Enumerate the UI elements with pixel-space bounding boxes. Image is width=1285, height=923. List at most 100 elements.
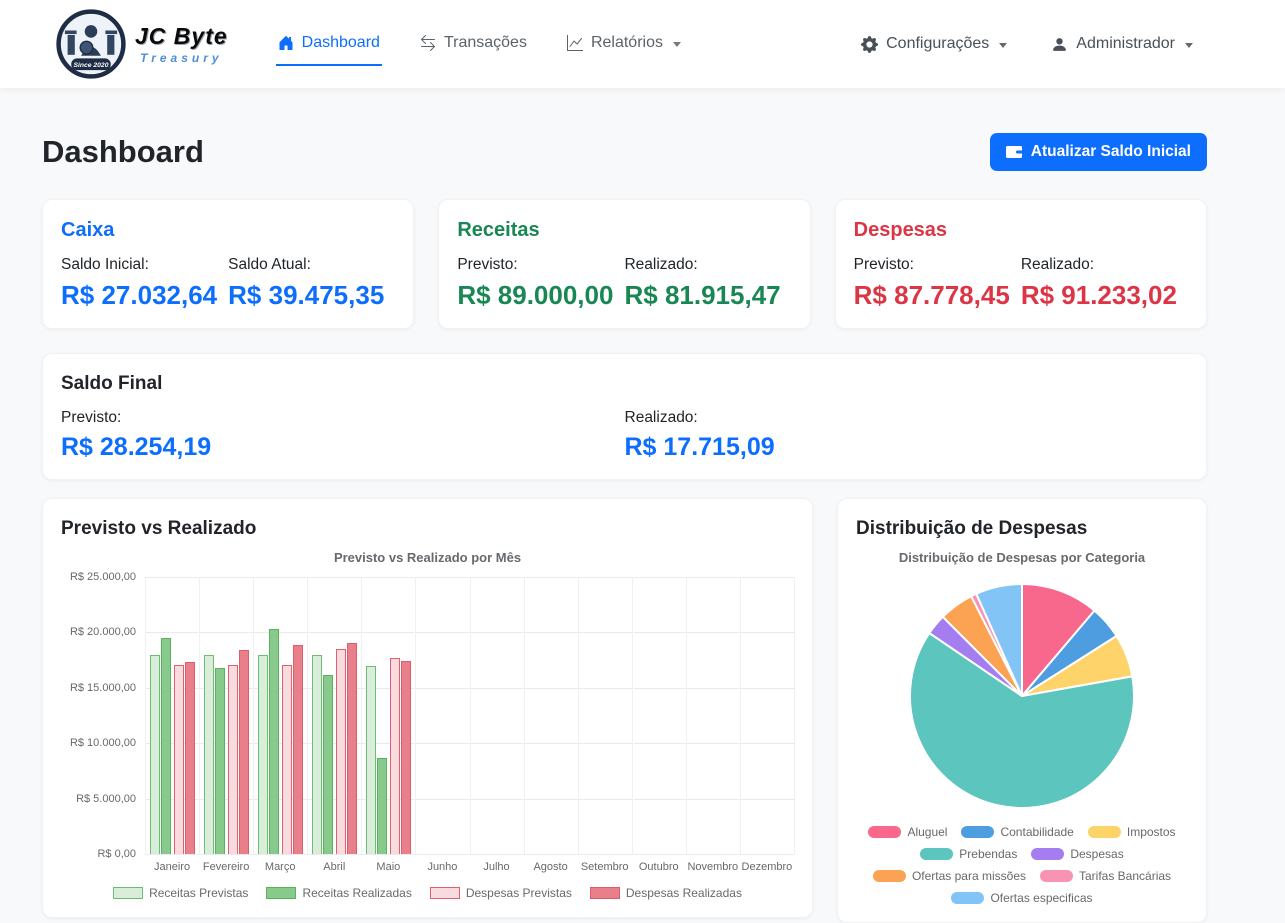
legend-item[interactable]: Aluguel	[868, 825, 947, 839]
x-tick-label: Fevereiro	[199, 861, 253, 873]
navbar-right: Configurações Administrador	[861, 35, 1193, 53]
nav-item-transacoes[interactable]: Transações	[418, 22, 529, 66]
pie-chart-card: Distribuição de Despesas Distribuição de…	[837, 498, 1207, 923]
month-group-fevereiro	[199, 577, 253, 854]
bar	[269, 629, 279, 854]
update-initial-balance-button[interactable]: Atualizar Saldo Inicial	[990, 133, 1207, 171]
month-group-novembro	[686, 577, 740, 854]
brand-logo[interactable]: · Since 2020 · JC Byte Treasury	[55, 8, 228, 80]
chevron-down-icon	[1185, 43, 1193, 48]
x-tick-label: Novembro	[686, 861, 740, 873]
legend-swatch	[1088, 826, 1121, 838]
field-value: R$ 87.778,45	[854, 280, 1021, 311]
legend-item[interactable]: Tarifas Bancárias	[1040, 869, 1171, 883]
x-tick-label: Agosto	[524, 861, 578, 873]
field-value: R$ 91.233,02	[1021, 280, 1188, 311]
settings-menu[interactable]: Configurações	[861, 35, 1007, 53]
month-group-maio	[361, 577, 415, 854]
user-menu[interactable]: Administrador	[1051, 35, 1193, 53]
field-value: R$ 89.000,00	[457, 280, 624, 311]
bar-chart-card: Previsto vs Realizado Previsto vs Realiz…	[42, 498, 813, 918]
legend-item[interactable]: Receitas Realizadas	[266, 886, 411, 900]
bar	[239, 650, 249, 854]
month-group-agosto	[524, 577, 578, 854]
bar-plot-area	[145, 577, 794, 854]
nav-item-relatorios[interactable]: Relatórios	[565, 22, 683, 66]
legend-item[interactable]: Despesas Previstas	[430, 886, 572, 900]
y-tick-label: R$ 0,00	[97, 848, 136, 860]
bar-chart: R$ 25.000,00R$ 20.000,00R$ 15.000,00R$ 1…	[61, 577, 794, 854]
top-navbar: · Since 2020 · JC Byte Treasury Dashboar…	[0, 0, 1285, 88]
despesas-previsto: Previsto: R$ 87.778,45	[854, 256, 1021, 311]
legend-swatch	[961, 826, 994, 838]
transfer-arrows-icon	[420, 35, 436, 51]
main-nav: Dashboard Transações Relatórios	[276, 22, 683, 66]
receitas-card: Receitas Previsto: R$ 89.000,00 Realizad…	[438, 199, 810, 329]
pie-chart-title: Distribuição de Despesas por Categoria	[856, 550, 1188, 565]
caixa-card-title: Caixa	[61, 219, 395, 242]
month-group-dezembro	[740, 577, 794, 854]
page-title: Dashboard	[42, 134, 204, 170]
field-value: R$ 27.032,64	[61, 280, 228, 311]
field-label: Realizado:	[624, 256, 791, 274]
field-label: Previsto:	[854, 256, 1021, 274]
legend-item[interactable]: Despesas Realizadas	[590, 886, 742, 900]
nav-item-label: Relatórios	[591, 34, 663, 52]
home-icon	[278, 35, 294, 51]
brand-subtitle: Treasury	[140, 51, 222, 65]
legend-item[interactable]: Receitas Previstas	[113, 886, 248, 900]
legend-swatch	[430, 887, 460, 899]
despesas-realizado: Realizado: R$ 91.233,02	[1021, 256, 1188, 311]
bar	[347, 643, 357, 854]
x-tick-label: Abril	[307, 861, 361, 873]
legend-item[interactable]: Ofertas para missões	[873, 869, 1026, 883]
pie-chart-svg	[903, 577, 1141, 815]
field-value: R$ 81.915,47	[624, 280, 791, 311]
receitas-card-title: Receitas	[457, 219, 791, 242]
main-content: Dashboard Atualizar Saldo Inicial Caixa …	[42, 133, 1207, 923]
field-label: Previsto:	[61, 409, 625, 427]
saldo-final-previsto: Previsto: R$ 28.254,19	[61, 409, 625, 462]
legend-swatch	[266, 887, 296, 899]
bar-chart-title: Previsto vs Realizado por Mês	[61, 550, 794, 565]
bar	[185, 662, 195, 854]
x-tick-label: Junho	[415, 861, 469, 873]
pie-chart-mount	[856, 577, 1188, 815]
gridline-horizontal	[145, 854, 794, 855]
legend-item[interactable]: Prebendas	[920, 847, 1017, 861]
month-group-julho	[469, 577, 523, 854]
legend-item[interactable]: Contabilidade	[961, 825, 1073, 839]
gridline-vertical	[794, 577, 795, 854]
nav-item-dashboard[interactable]: Dashboard	[276, 22, 382, 66]
pie-chart-legend: Aluguel Contabilidade Impostos Prebendas Des…	[856, 825, 1188, 905]
update-button-label: Atualizar Saldo Inicial	[1031, 143, 1191, 161]
legend-label: Receitas Previstas	[149, 886, 248, 900]
page-header: Dashboard Atualizar Saldo Inicial	[42, 133, 1207, 171]
legend-item[interactable]: Impostos	[1088, 825, 1176, 839]
x-tick-label: Maio	[361, 861, 415, 873]
despesas-card-title: Despesas	[854, 219, 1188, 242]
bar	[293, 645, 303, 854]
nav-item-label: Transações	[444, 34, 527, 52]
legend-swatch	[1031, 848, 1064, 860]
brand-text: JC Byte Treasury	[135, 23, 228, 65]
y-tick-label: R$ 5.000,00	[76, 793, 136, 805]
legend-label: Tarifas Bancárias	[1079, 869, 1171, 883]
bar	[282, 665, 292, 854]
month-group-setembro	[578, 577, 632, 854]
person-icon	[1051, 36, 1068, 53]
bar-chart-card-title: Previsto vs Realizado	[61, 518, 794, 540]
legend-label: Impostos	[1127, 825, 1176, 839]
legend-item[interactable]: Despesas	[1031, 847, 1123, 861]
month-group-janeiro	[145, 577, 199, 854]
legend-swatch	[1040, 870, 1073, 882]
legend-swatch	[590, 887, 620, 899]
field-value: R$ 28.254,19	[61, 433, 625, 462]
legend-item[interactable]: Ofertas especificas	[951, 891, 1092, 905]
svg-text:· Since 2020 ·: · Since 2020 ·	[69, 62, 112, 69]
y-tick-label: R$ 15.000,00	[70, 682, 136, 694]
legend-swatch	[873, 870, 906, 882]
bar	[258, 655, 268, 854]
legend-label: Despesas Previstas	[466, 886, 572, 900]
legend-label: Aluguel	[907, 825, 947, 839]
